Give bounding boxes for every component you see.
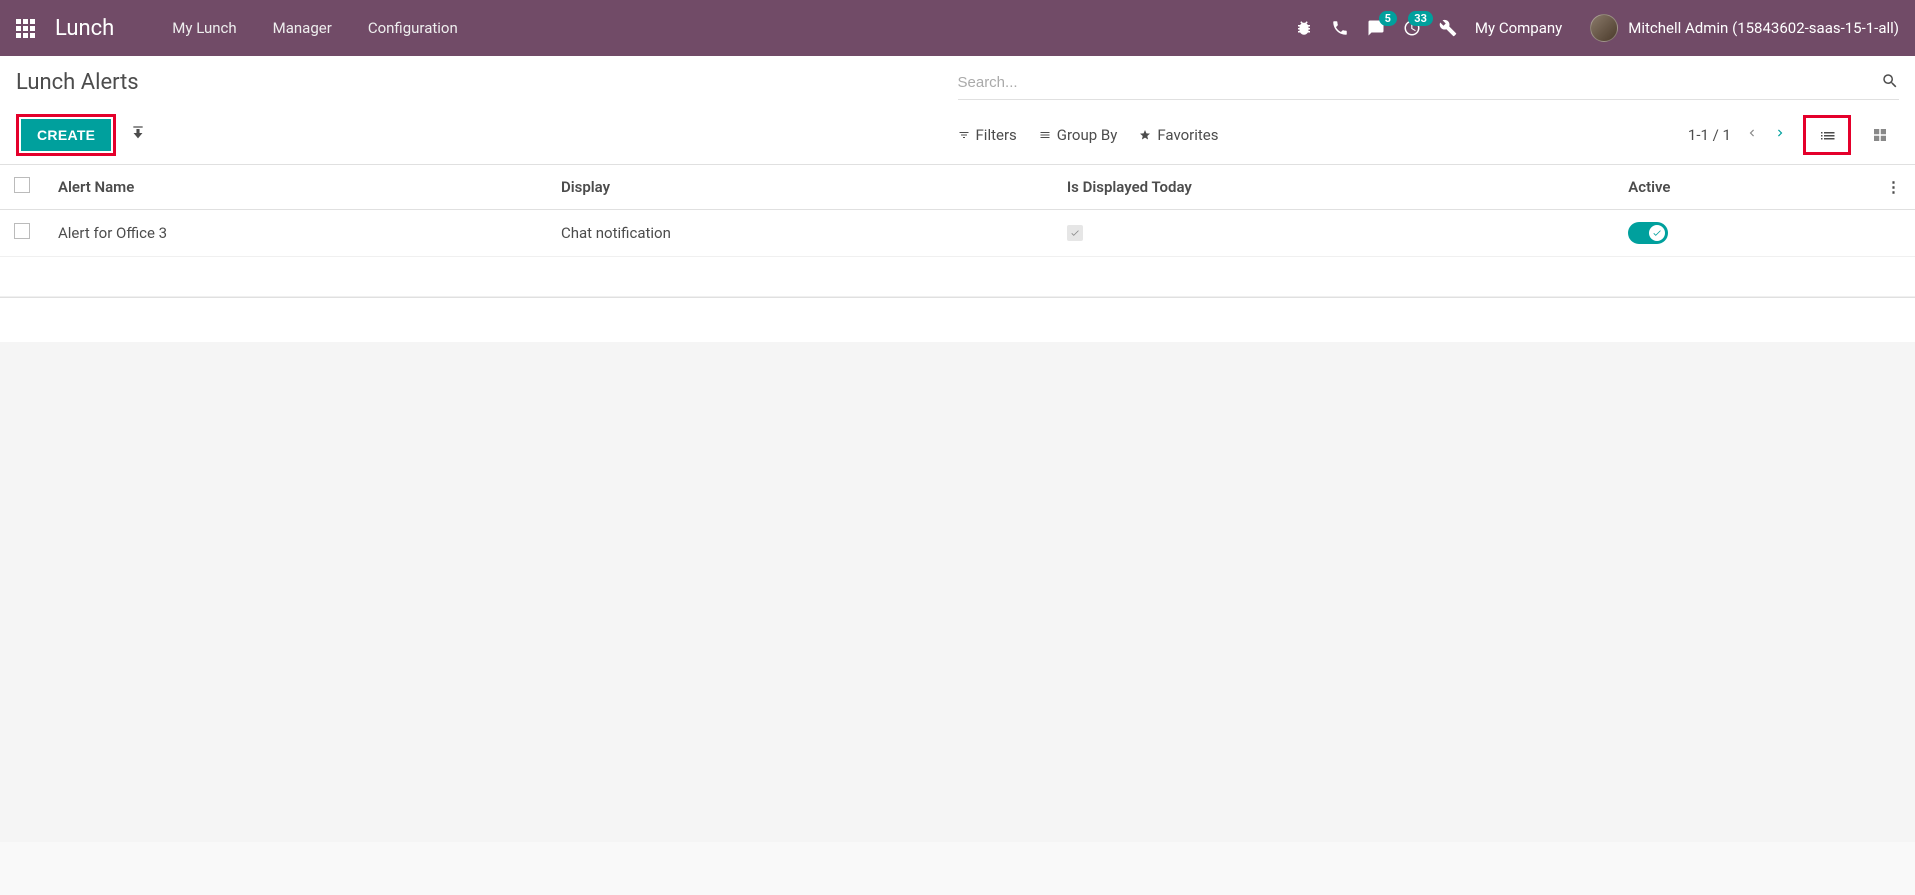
tools-icon[interactable] bbox=[1439, 19, 1457, 37]
cell-display: Chat notification bbox=[547, 210, 1053, 257]
main-navbar: Lunch My Lunch Manager Configuration 5 3… bbox=[0, 0, 1915, 56]
avatar bbox=[1590, 14, 1618, 42]
background-area bbox=[0, 342, 1915, 842]
navbar-right: 5 33 My Company Mitchell Admin (15843602… bbox=[1295, 14, 1899, 42]
search-input[interactable] bbox=[958, 70, 1882, 95]
export-button[interactable] bbox=[126, 121, 150, 149]
apps-icon[interactable] bbox=[16, 19, 35, 38]
list-view: Alert Name Display Is Displayed Today Ac… bbox=[0, 165, 1915, 298]
kanban-view-button[interactable] bbox=[1861, 120, 1899, 150]
column-display[interactable]: Display bbox=[547, 165, 1053, 210]
cell-alert-name: Alert for Office 3 bbox=[44, 210, 547, 257]
menu-my-lunch[interactable]: My Lunch bbox=[154, 0, 254, 56]
messages-icon[interactable]: 5 bbox=[1367, 19, 1385, 37]
navbar-left: Lunch My Lunch Manager Configuration bbox=[16, 0, 476, 56]
pager-text[interactable]: 1-1 / 1 bbox=[1688, 126, 1731, 144]
column-active[interactable]: Active bbox=[1614, 165, 1872, 210]
row-checkbox[interactable] bbox=[14, 223, 30, 239]
menu-configuration[interactable]: Configuration bbox=[350, 0, 476, 56]
menu-manager[interactable]: Manager bbox=[255, 0, 350, 56]
empty-row bbox=[0, 257, 1915, 297]
pager-next[interactable] bbox=[1773, 126, 1787, 144]
list-view-button[interactable] bbox=[1808, 120, 1846, 150]
bug-icon[interactable] bbox=[1295, 19, 1313, 37]
cell-is-displayed-today bbox=[1053, 210, 1614, 257]
table-header-row: Alert Name Display Is Displayed Today Ac… bbox=[0, 165, 1915, 210]
active-toggle[interactable] bbox=[1628, 222, 1668, 244]
pager-prev[interactable] bbox=[1745, 126, 1759, 144]
company-selector[interactable]: My Company bbox=[1475, 19, 1562, 37]
groupby-label: Group By bbox=[1057, 126, 1118, 144]
groupby-button[interactable]: Group By bbox=[1039, 126, 1118, 144]
app-brand[interactable]: Lunch bbox=[55, 16, 114, 41]
create-highlight: CREATE bbox=[16, 114, 116, 156]
search-icon[interactable] bbox=[1881, 72, 1899, 94]
filters-label: Filters bbox=[976, 126, 1017, 144]
list-view-highlight bbox=[1803, 115, 1851, 155]
control-panel: Lunch Alerts CREATE Filters bbox=[0, 56, 1915, 165]
table-row[interactable]: Alert for Office 3 Chat notification bbox=[0, 210, 1915, 257]
column-is-displayed-today[interactable]: Is Displayed Today bbox=[1053, 165, 1614, 210]
favorites-label: Favorites bbox=[1157, 126, 1218, 144]
activities-badge: 33 bbox=[1408, 11, 1433, 26]
messages-badge: 5 bbox=[1379, 11, 1397, 26]
page-title: Lunch Alerts bbox=[16, 70, 139, 95]
pager: 1-1 / 1 bbox=[1688, 126, 1787, 144]
user-name: Mitchell Admin (15843602-saas-15-1-all) bbox=[1628, 19, 1899, 37]
column-alert-name[interactable]: Alert Name bbox=[44, 165, 547, 210]
check-icon bbox=[1067, 225, 1083, 241]
column-options[interactable]: ⋮ bbox=[1872, 165, 1915, 210]
cell-active bbox=[1614, 210, 1872, 257]
phone-icon[interactable] bbox=[1331, 19, 1349, 37]
search-container bbox=[958, 70, 1900, 100]
footer-spacer bbox=[0, 298, 1915, 342]
filters-button[interactable]: Filters bbox=[958, 126, 1017, 144]
favorites-button[interactable]: Favorites bbox=[1139, 126, 1218, 144]
select-all-checkbox[interactable] bbox=[14, 177, 30, 193]
create-button[interactable]: CREATE bbox=[21, 119, 111, 151]
user-menu[interactable]: Mitchell Admin (15843602-saas-15-1-all) bbox=[1590, 14, 1899, 42]
activities-icon[interactable]: 33 bbox=[1403, 19, 1421, 37]
